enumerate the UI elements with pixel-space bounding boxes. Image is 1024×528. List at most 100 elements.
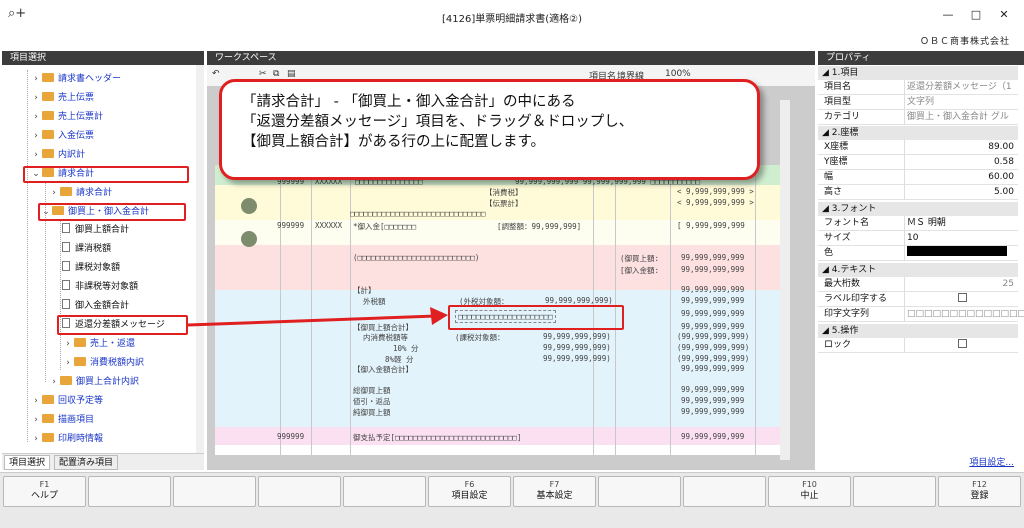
- doc-text: 99,999,999,999): [543, 332, 611, 341]
- tree-item[interactable]: › 売上・返還: [62, 335, 135, 353]
- prop-row: 項目名 返還分差額メッセージ（1: [818, 80, 1018, 95]
- undo-icon[interactable]: ↶: [212, 69, 220, 79]
- section-coord[interactable]: ◢ 2.座標: [818, 126, 1018, 140]
- folder-icon: [60, 376, 72, 385]
- document-icon: [62, 242, 70, 252]
- tree-item[interactable]: › 売上伝票: [30, 89, 94, 107]
- tree-item[interactable]: 御買上額合計: [62, 221, 129, 239]
- maximize-button[interactable]: □: [966, 8, 986, 21]
- doc-text: 99,999,999,999: [681, 396, 745, 405]
- f10-button[interactable]: F10 中止: [768, 476, 851, 507]
- font-select[interactable]: ＭＳ 明朝: [904, 216, 1018, 231]
- prop-row: サイズ 10: [818, 231, 1018, 246]
- tree-item[interactable]: › 回収予定等: [30, 392, 103, 410]
- chevron-right-icon: ›: [34, 415, 38, 425]
- function-key[interactable]: [88, 476, 171, 507]
- lock-checkbox[interactable]: [958, 339, 967, 348]
- item-settings-link[interactable]: 項目設定...: [969, 455, 1014, 468]
- doc-text: (□□□□□□□□□□□□□□□□□□□□□□□□□□): [353, 253, 480, 262]
- zoom-level[interactable]: 100%: [665, 69, 691, 79]
- close-button[interactable]: ✕: [994, 8, 1014, 21]
- size-field[interactable]: 10: [904, 231, 1018, 246]
- function-key[interactable]: [598, 476, 681, 507]
- folder-icon: [42, 433, 54, 442]
- x-field[interactable]: 89.00: [904, 140, 1018, 155]
- workspace-scrollbar[interactable]: [780, 100, 790, 460]
- callout-line: 「請求合計」 - 「御買上・御入金合計」の中にある: [242, 94, 576, 110]
- doc-text: 99,999,999,999): [543, 343, 611, 352]
- tree-guide: [27, 70, 28, 442]
- section-text[interactable]: ◢ 4.テキスト: [818, 263, 1018, 277]
- tree-item[interactable]: › 御買上合計内訳: [48, 373, 139, 391]
- tree-scrollbar[interactable]: [196, 65, 204, 453]
- folder-icon: [42, 73, 54, 82]
- chevron-right-icon: ›: [66, 339, 70, 349]
- copy-icon[interactable]: ⧉: [273, 69, 279, 79]
- cut-icon[interactable]: ✂: [259, 69, 267, 79]
- highlight-box: [23, 166, 189, 183]
- section-operation[interactable]: ◢ 5.操作: [818, 324, 1018, 338]
- tree-item[interactable]: › 内訳計: [30, 146, 85, 164]
- tree-item[interactable]: › 消費税額内訳: [62, 354, 144, 372]
- function-key[interactable]: [853, 476, 936, 507]
- doc-text: 99,999,999,999: [681, 407, 745, 416]
- tree-item[interactable]: › 入金伝票: [30, 127, 94, 145]
- minimize-button[interactable]: —: [938, 8, 958, 21]
- doc-text: 10% 分: [393, 344, 419, 353]
- f1-button[interactable]: F1 ヘルプ: [3, 476, 86, 507]
- doc-text: [ 9,999,999,999: [677, 221, 745, 230]
- doc-text: 【消費税】: [485, 188, 523, 197]
- tree-item[interactable]: › 請求合計: [48, 184, 112, 202]
- prop-row: 幅 60.00: [818, 170, 1018, 185]
- tree-item[interactable]: › 請求書ヘッダー: [30, 70, 121, 88]
- function-key[interactable]: [683, 476, 766, 507]
- doc-text: < 9,999,999,999 >: [677, 187, 754, 196]
- tab-item-select[interactable]: 項目選択: [4, 455, 51, 470]
- tree-item[interactable]: 非課税等対象額: [62, 278, 138, 296]
- doc-text: 99,999,999,999: [681, 385, 745, 394]
- doc-text: (課税対象額：: [455, 333, 505, 342]
- document-icon: [62, 299, 70, 309]
- doc-text: 99,999,999,999: [681, 296, 745, 305]
- function-key[interactable]: [343, 476, 426, 507]
- section-font[interactable]: ◢ 3.フォント: [818, 202, 1018, 216]
- prop-row: 最大桁数 25: [818, 277, 1018, 292]
- tree-item[interactable]: › 売上伝票計: [30, 108, 103, 126]
- document-icon: [62, 261, 70, 271]
- tree-item[interactable]: › 印刷時情報: [30, 430, 103, 448]
- workspace-header: ワークスペース: [207, 51, 815, 65]
- height-field[interactable]: 5.00: [904, 185, 1018, 200]
- document-icon: [62, 223, 70, 233]
- paste-icon[interactable]: ▤: [287, 69, 296, 79]
- function-key[interactable]: [258, 476, 341, 507]
- tree-item[interactable]: 課消税額: [62, 240, 111, 258]
- tab-placed-items[interactable]: 配置済み項目: [54, 455, 119, 470]
- f6-button[interactable]: F6 項目設定: [428, 476, 511, 507]
- color-picker[interactable]: [904, 246, 1018, 261]
- document-icon: [62, 280, 70, 290]
- callout-line: 「返還分差額メッセージ」項目を、ドラッグ＆ドロップし、: [242, 114, 634, 130]
- tree-item[interactable]: › 描画項目: [30, 411, 94, 429]
- prop-row: 高さ 5.00: [818, 185, 1018, 200]
- divider: [670, 165, 671, 455]
- doc-text: 99,999,999,999): [543, 354, 611, 363]
- drag-arrow-icon: [187, 307, 448, 327]
- folder-icon: [42, 414, 54, 423]
- f12-button[interactable]: F12 登録: [938, 476, 1021, 507]
- label-print-checkbox[interactable]: [958, 293, 967, 302]
- folder-icon: [42, 92, 54, 101]
- prop-row: 印字文字列 □□□□□□□□□□□□□□(: [818, 307, 1024, 322]
- y-field[interactable]: 0.58: [904, 155, 1018, 170]
- function-key[interactable]: [173, 476, 256, 507]
- color-swatch: [907, 246, 1007, 256]
- section-item[interactable]: ◢ 1.項目: [818, 66, 1018, 80]
- f7-button[interactable]: F7 基本設定: [513, 476, 596, 507]
- folder-icon: [42, 395, 54, 404]
- folder-icon: [60, 187, 72, 196]
- width-field[interactable]: 60.00: [904, 170, 1018, 185]
- doc-text: 99,999,999,999: [681, 432, 745, 441]
- prop-row: Y座標 0.58: [818, 155, 1018, 170]
- tree-item[interactable]: 課税対象額: [62, 259, 120, 277]
- chevron-right-icon: ›: [52, 377, 56, 387]
- tree-item[interactable]: 御入金額合計: [62, 297, 129, 315]
